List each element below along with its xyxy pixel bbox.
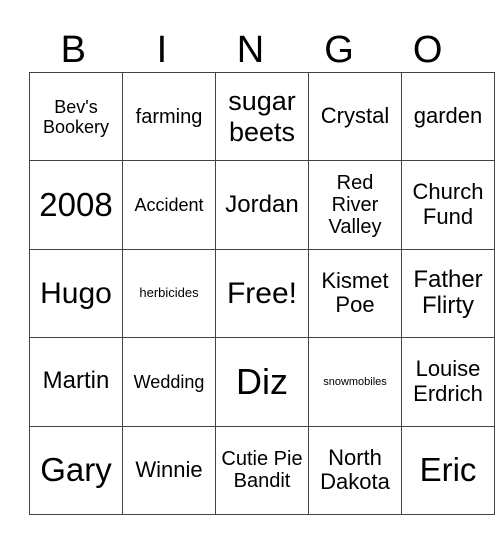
bingo-row: 2008 Accident Jordan Red River Valley Ch… bbox=[29, 160, 495, 250]
bingo-cell[interactable]: sugar beets bbox=[215, 71, 309, 162]
bingo-cell[interactable]: Jordan bbox=[215, 160, 309, 250]
bingo-header: B I N G O bbox=[29, 28, 472, 72]
bingo-cell[interactable]: Kismet Poe bbox=[308, 248, 402, 339]
bingo-row: Hugo herbicides Free! Kismet Poe Father … bbox=[29, 248, 495, 339]
bingo-cell[interactable]: 2008 bbox=[29, 160, 123, 250]
bingo-row: Martin Wedding Diz snowmobiles Louise Er… bbox=[29, 337, 495, 427]
header-letter-o: O bbox=[412, 29, 443, 71]
bingo-cell[interactable]: Wedding bbox=[122, 337, 216, 427]
bingo-cell[interactable]: Cutie Pie Bandit bbox=[215, 425, 309, 516]
header-letter-i: I bbox=[156, 29, 168, 71]
bingo-cell[interactable]: Bev's Bookery bbox=[29, 71, 123, 162]
bingo-cell[interactable]: farming bbox=[122, 71, 216, 162]
bingo-cell[interactable]: Martin bbox=[29, 337, 123, 427]
bingo-cell[interactable]: Louise Erdrich bbox=[401, 337, 495, 427]
bingo-cell[interactable]: Red River Valley bbox=[308, 160, 402, 250]
bingo-cell[interactable]: Gary bbox=[29, 425, 123, 516]
bingo-cell[interactable]: Diz bbox=[215, 337, 309, 427]
bingo-cell[interactable]: North Dakota bbox=[308, 425, 402, 516]
bingo-cell[interactable]: snowmobiles bbox=[308, 337, 402, 427]
bingo-cell[interactable]: Crystal bbox=[308, 71, 402, 162]
bingo-cell[interactable]: herbicides bbox=[122, 248, 216, 339]
bingo-cell[interactable]: garden bbox=[401, 71, 495, 162]
header-letter-b: B bbox=[60, 29, 86, 71]
bingo-cell[interactable]: Church Fund bbox=[401, 160, 495, 250]
free-space-cell[interactable]: Free! bbox=[215, 248, 309, 339]
bingo-cell[interactable]: Hugo bbox=[29, 248, 123, 339]
bingo-cell[interactable]: Accident bbox=[122, 160, 216, 250]
header-letter-n: N bbox=[236, 29, 265, 71]
bingo-cell[interactable]: Father Flirty bbox=[401, 248, 495, 339]
bingo-row: Bev's Bookery farming sugar beets Crysta… bbox=[29, 71, 495, 162]
bingo-cell[interactable]: Winnie bbox=[122, 425, 216, 516]
header-letter-g: G bbox=[324, 29, 354, 71]
bingo-row: Gary Winnie Cutie Pie Bandit North Dakot… bbox=[29, 425, 495, 516]
bingo-card: Bev's Bookery farming sugar beets Crysta… bbox=[29, 71, 495, 516]
bingo-cell[interactable]: Eric bbox=[401, 425, 495, 516]
